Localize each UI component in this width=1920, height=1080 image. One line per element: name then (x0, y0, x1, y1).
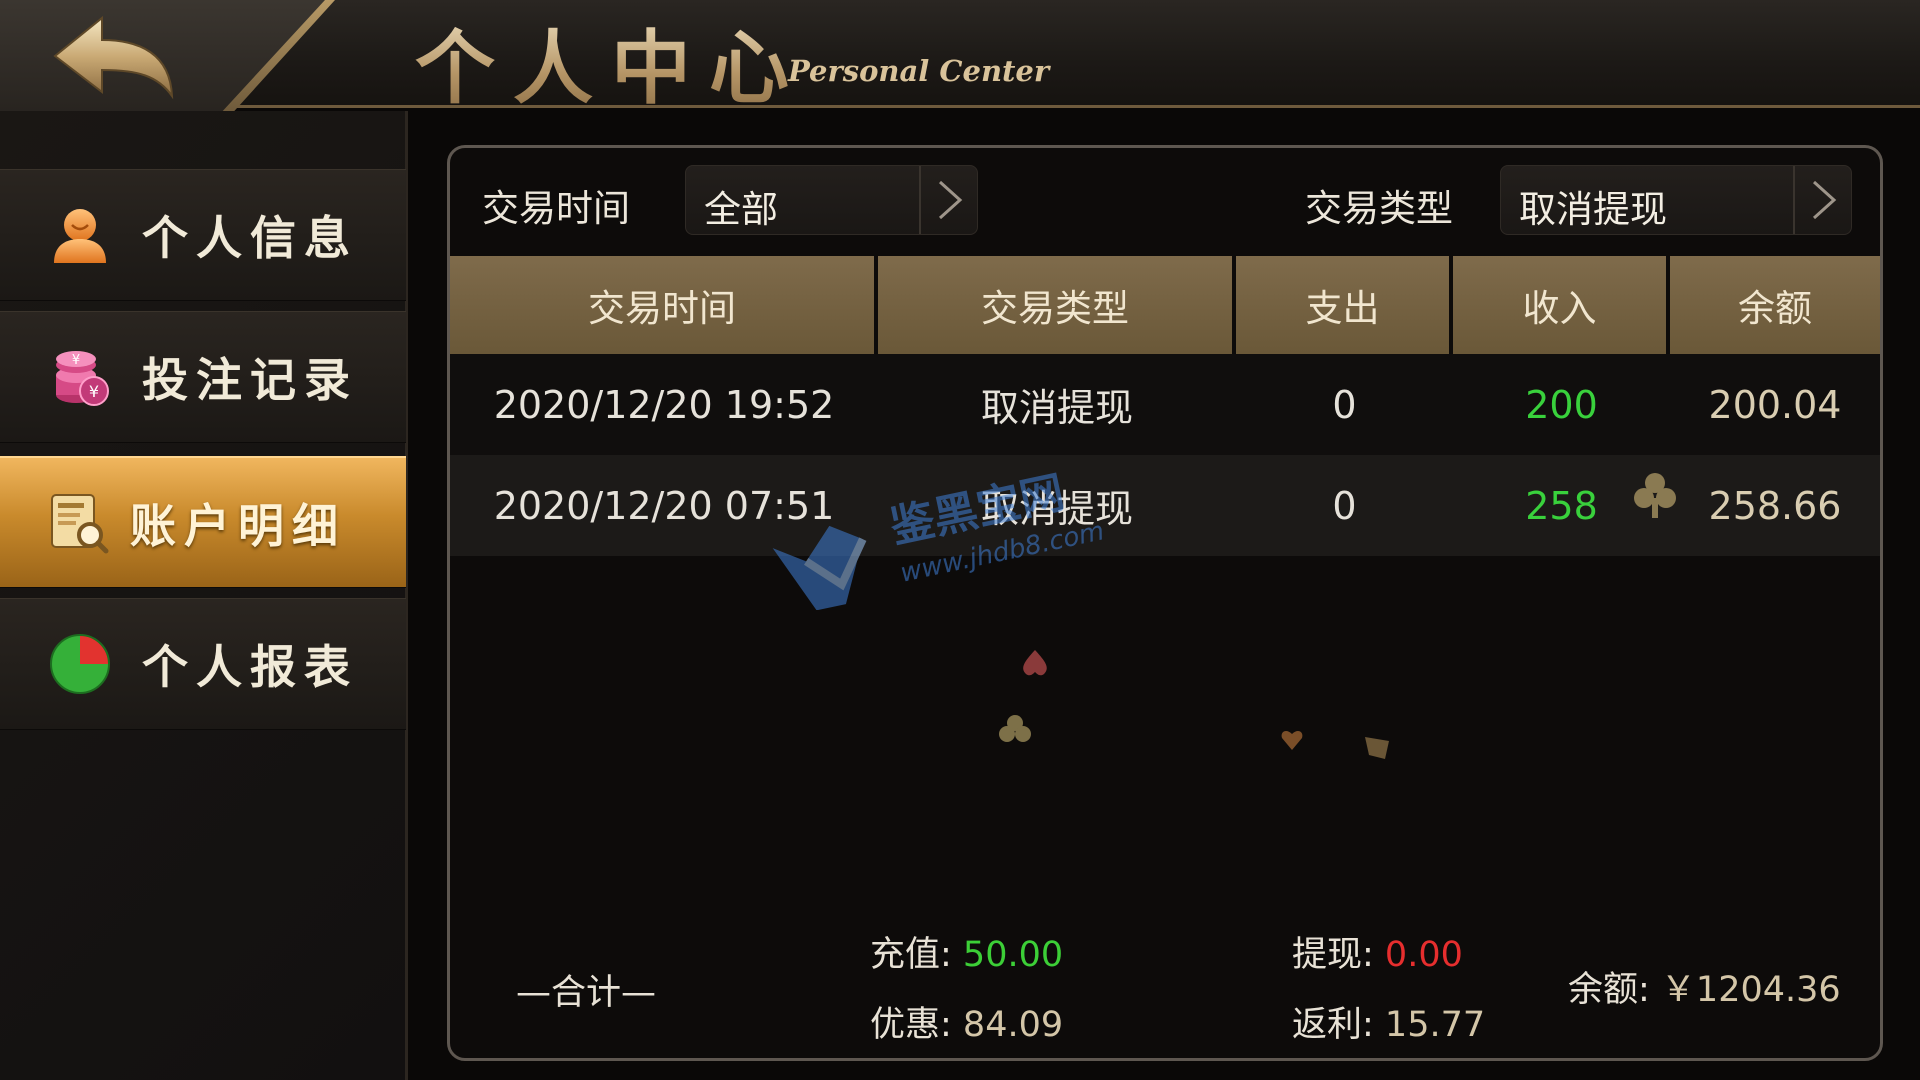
balance-label: 余额: (1568, 970, 1661, 1010)
time-filter-label: 交易时间 (482, 187, 630, 230)
sidebar-item-label: 个人报表 (142, 640, 358, 694)
total-label: —合计— (516, 973, 657, 1013)
chevron-right-icon (1793, 166, 1851, 234)
chevron-right-icon (919, 166, 977, 234)
svg-text:¥: ¥ (72, 353, 80, 368)
table-header: 交易时间 交易类型 支出 收入 余额 (450, 256, 1880, 354)
cell-income: 200 (1525, 382, 1598, 427)
rebate-label: 返利: (1292, 1005, 1385, 1045)
cell-expense: 0 (1332, 382, 1357, 427)
cell-balance: 200.04 (1708, 382, 1842, 427)
sidebar-item-personal-report[interactable]: 个人报表 (0, 598, 406, 730)
balance-summary: 余额: ￥1204.36 (1568, 961, 1841, 1012)
page-title: 个人中心 (415, 4, 807, 120)
recharge-summary: 充值: 50.00 (870, 926, 1063, 977)
leaf-icon (1365, 737, 1389, 759)
watermark: 鉴黑宝网 www.jhdb8.com (772, 470, 1107, 610)
cell-expense: 0 (1332, 483, 1357, 528)
type-filter-label: 交易类型 (1305, 187, 1453, 230)
user-icon (54, 209, 106, 263)
sidebar-item-personal-info[interactable]: 个人信息 (0, 169, 406, 301)
table-row[interactable]: 2020/12/20 19:52 取消提现 0 200 200.04 (450, 354, 1880, 455)
filter-bar: 交易时间 全部 交易类型 取消提现 (450, 148, 1880, 256)
svg-text:¥: ¥ (89, 382, 99, 401)
time-filter-value: 全部 (704, 188, 778, 231)
column-header-type: 交易类型 (878, 256, 1236, 354)
cell-type: 取消提现 (980, 386, 1133, 430)
coins-icon: ¥ ¥ (56, 351, 109, 406)
column-header-income: 收入 (1453, 256, 1670, 354)
withdraw-summary: 提现: 0.00 (1292, 926, 1463, 977)
type-filter-value: 取消提现 (1519, 188, 1667, 231)
club-icon (999, 715, 1031, 742)
bonus-label: 优惠: (870, 1005, 963, 1045)
pie-chart-icon (50, 634, 110, 694)
recharge-label: 充值: (870, 935, 963, 975)
account-details-panel: 交易时间 全部 交易类型 取消提现 交易时间 交易类型 支出 收入 余额 202… (447, 145, 1883, 1061)
withdraw-value: 0.00 (1384, 935, 1463, 975)
time-filter-select[interactable]: 全部 (685, 165, 978, 235)
balance-value: ￥1204.36 (1660, 970, 1841, 1010)
bonus-value: 84.09 (962, 1005, 1064, 1045)
spade-icon (1023, 650, 1047, 676)
page-subtitle: Personal Center (788, 54, 1050, 88)
column-header-balance: 余额 (1670, 256, 1880, 354)
type-filter-select[interactable]: 取消提现 (1500, 165, 1852, 235)
sidebar-item-account-details[interactable]: 账户明细 (0, 456, 406, 588)
bonus-summary: 优惠: 84.09 (870, 996, 1063, 1047)
back-arrow-icon (53, 15, 174, 100)
club-icon (1634, 473, 1676, 518)
sidebar-item-label: 个人信息 (142, 211, 358, 265)
cell-time: 2020/12/20 19:52 (493, 382, 835, 427)
column-header-time: 交易时间 (450, 256, 878, 354)
sidebar-item-label: 账户明细 (130, 498, 346, 553)
withdraw-label: 提现: (1292, 935, 1385, 975)
rebate-summary: 返利: 15.77 (1292, 996, 1485, 1047)
back-button[interactable] (50, 14, 180, 104)
heart-icon (1281, 731, 1303, 750)
ledger-search-icon (51, 493, 109, 553)
cell-balance: 258.66 (1708, 483, 1842, 528)
sidebar-item-label: 投注记录 (142, 353, 358, 407)
rebate-value: 15.77 (1384, 1005, 1486, 1045)
recharge-value: 50.00 (962, 935, 1064, 975)
sidebar: 个人信息 ¥ ¥ 投注记录 账户明细 个人报表 (0, 111, 408, 1080)
column-header-expense: 支出 (1236, 256, 1453, 354)
sidebar-item-bet-records[interactable]: ¥ ¥ 投注记录 (0, 311, 406, 443)
totals-footer: —合计— 充值: 50.00 优惠: 84.09 提现: 0.00 返利: 15… (450, 918, 1880, 1058)
